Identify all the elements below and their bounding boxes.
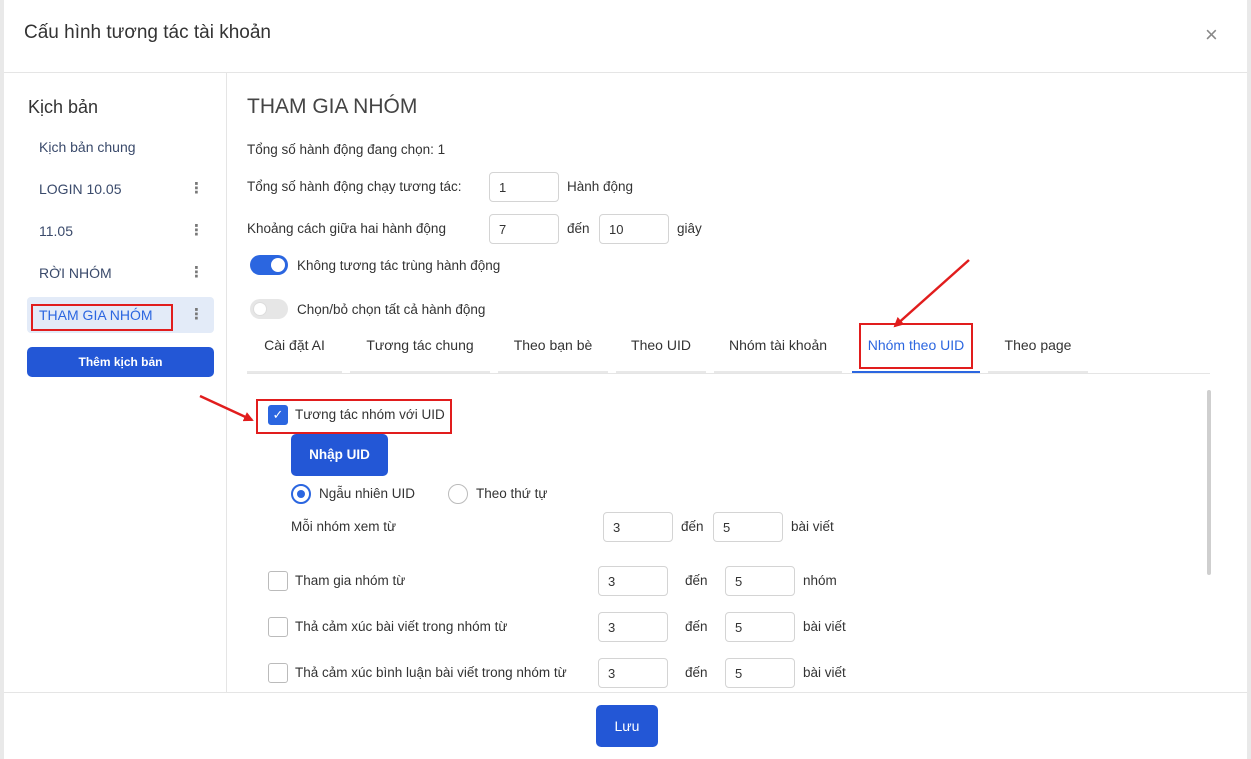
react-post-label: Thả cảm xúc bài viết trong nhóm từ (295, 619, 508, 634)
add-scenario-button[interactable]: Thêm kịch bản (27, 347, 214, 377)
react-comment-checkbox[interactable] (268, 663, 288, 683)
react-post-checkbox[interactable] (268, 617, 288, 637)
total-actions-unit: Hành động (567, 179, 634, 194)
select-all-toggle[interactable] (250, 299, 288, 319)
random-uid-label: Ngẫu nhiên UID (319, 486, 416, 501)
view-unit: bài viết (791, 519, 834, 534)
interval-to-input[interactable]: 10 (599, 214, 669, 244)
page-title: THAM GIA NHÓM (247, 95, 418, 118)
total-actions-input[interactable]: 1 (489, 172, 559, 202)
tab-uid[interactable]: Theo UID (616, 325, 706, 373)
view-per-group-label: Mỗi nhóm xem từ (291, 519, 397, 534)
main-panel: THAM GIA NHÓM Tổng số hành động đang chọ… (227, 73, 1247, 692)
sidebar-item-login-1005[interactable]: LOGIN 10.05 ⋮ (27, 171, 214, 207)
tab-general[interactable]: Tương tác chung (350, 325, 490, 373)
react-comment-separator: đến (685, 665, 708, 680)
react-post-from-input[interactable]: 3 (598, 612, 668, 642)
tab-friends[interactable]: Theo bạn bè (498, 325, 608, 373)
join-group-separator: đến (685, 573, 708, 588)
tab-bar: Cài đặt AI Tương tác chung Theo bạn bè T… (247, 325, 1210, 374)
no-repeat-label: Không tương tác trùng hành động (297, 258, 501, 273)
sidebar-item-kich-ban-chung[interactable]: Kịch bản chung (27, 129, 214, 165)
react-post-separator: đến (685, 619, 708, 634)
content-scrollbar[interactable] (1207, 390, 1211, 575)
join-group-checkbox[interactable] (268, 571, 288, 591)
in-order-radio[interactable] (448, 484, 468, 504)
modal-footer: Lưu (4, 692, 1247, 759)
annotation-box-checkbox (256, 399, 452, 434)
join-group-unit: nhóm (803, 573, 837, 588)
no-repeat-toggle[interactable] (250, 255, 288, 275)
view-from-input[interactable]: 3 (603, 512, 673, 542)
modal-header: Cấu hình tương tác tài khoản × (4, 0, 1247, 73)
sidebar-item-label: RỜI NHÓM (39, 265, 112, 281)
sidebar-item-label: LOGIN 10.05 (39, 181, 122, 197)
interval-from-input[interactable]: 7 (489, 214, 559, 244)
close-icon[interactable]: × (1205, 24, 1218, 46)
in-order-label: Theo thứ tự (476, 486, 548, 501)
annotation-box-tab (859, 323, 973, 369)
view-separator: đến (681, 519, 704, 534)
tab-account-groups[interactable]: Nhóm tài khoản (714, 325, 842, 373)
tab-page[interactable]: Theo page (988, 325, 1088, 373)
sidebar-item-label: Kịch bản chung (39, 139, 136, 155)
more-vertical-icon[interactable]: ⋮ (189, 221, 204, 239)
interval-unit: giây (677, 221, 702, 236)
join-group-to-input[interactable]: 5 (725, 566, 795, 596)
react-comment-label: Thả cảm xúc bình luận bài viết trong nhó… (295, 665, 567, 680)
config-modal: Cấu hình tương tác tài khoản × Kịch bản … (0, 0, 1251, 759)
import-uid-button[interactable]: Nhập UID (291, 434, 388, 476)
modal-title: Cấu hình tương tác tài khoản (24, 22, 271, 43)
react-comment-to-input[interactable]: 5 (725, 658, 795, 688)
sidebar-item-label: 11.05 (39, 223, 73, 239)
save-button[interactable]: Lưu (596, 705, 658, 747)
selected-count-text: Tổng số hành động đang chọn: 1 (247, 142, 446, 157)
more-vertical-icon[interactable]: ⋮ (189, 263, 204, 281)
total-actions-label: Tổng số hành động chạy tương tác: (247, 179, 462, 194)
more-vertical-icon[interactable]: ⋮ (189, 305, 204, 323)
react-comment-unit: bài viết (803, 665, 846, 680)
interval-label: Khoảng cách giữa hai hành động (247, 221, 446, 236)
view-to-input[interactable]: 5 (713, 512, 783, 542)
more-vertical-icon[interactable]: ⋮ (189, 179, 204, 197)
sidebar-item-roi-nhom[interactable]: RỜI NHÓM ⋮ (27, 255, 214, 291)
interval-separator: đến (567, 221, 590, 236)
random-uid-radio[interactable] (291, 484, 311, 504)
join-group-label: Tham gia nhóm từ (295, 573, 406, 588)
react-post-unit: bài viết (803, 619, 846, 634)
scenario-sidebar: Kịch bản Kịch bản chung LOGIN 10.05 ⋮ 11… (4, 73, 227, 692)
annotation-box-sidebar (31, 304, 173, 331)
react-post-to-input[interactable]: 5 (725, 612, 795, 642)
select-all-label: Chọn/bỏ chọn tất cả hành động (297, 302, 486, 317)
react-comment-from-input[interactable]: 3 (598, 658, 668, 688)
sidebar-title: Kịch bản (28, 97, 99, 117)
join-group-from-input[interactable]: 3 (598, 566, 668, 596)
sidebar-item-1105[interactable]: 11.05 ⋮ (27, 213, 214, 249)
tab-ai-settings[interactable]: Cài đặt AI (247, 325, 342, 373)
